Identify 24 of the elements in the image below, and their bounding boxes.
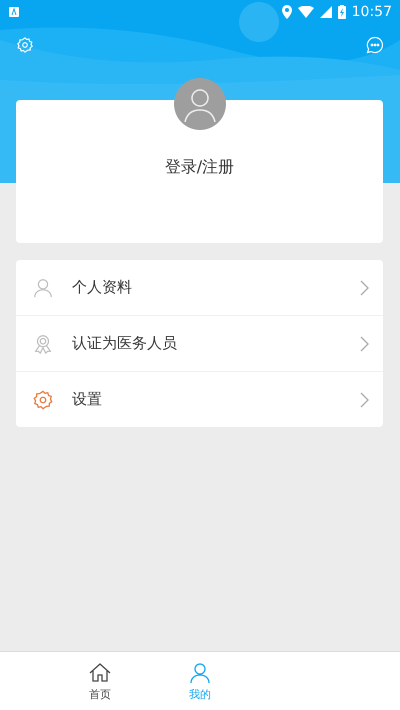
- notification-icon: [8, 6, 20, 18]
- status-time: 10:57: [352, 4, 392, 20]
- menu-label: 认证为医务人员: [72, 334, 178, 353]
- message-icon[interactable]: [366, 36, 384, 54]
- avatar-icon[interactable]: [174, 78, 226, 130]
- location-icon: [282, 5, 292, 19]
- home-icon: [88, 660, 112, 684]
- menu-item[interactable]: 个人资料: [16, 260, 383, 315]
- settings-icon[interactable]: [16, 36, 34, 54]
- nav-tab[interactable]: 首页: [50, 652, 150, 710]
- chevron-icon: [359, 392, 369, 408]
- menu-item[interactable]: 认证为医务人员: [16, 315, 383, 371]
- menu-label: 设置: [72, 390, 103, 409]
- settings-icon: [32, 388, 54, 410]
- chevron-icon: [359, 336, 369, 352]
- signal-icon: [320, 6, 332, 18]
- person-icon: [32, 276, 54, 298]
- menu-label: 个人资料: [72, 278, 133, 297]
- login-link[interactable]: 登录/注册: [164, 156, 234, 178]
- chevron-icon: [359, 280, 369, 296]
- menu-item[interactable]: 设置: [16, 371, 383, 427]
- wifi-icon: [298, 6, 314, 18]
- award-icon: [32, 332, 54, 354]
- user-icon: [188, 660, 212, 684]
